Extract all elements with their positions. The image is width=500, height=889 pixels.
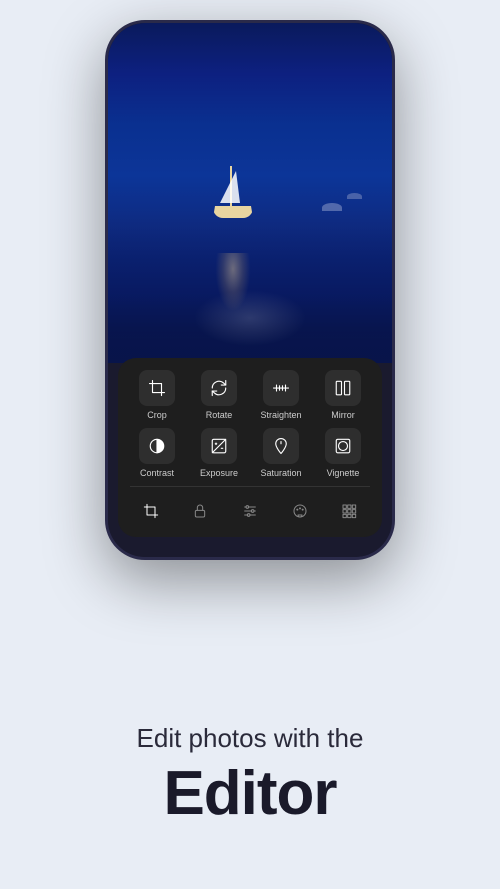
phone-shell: Crop Rotate Straighten	[105, 20, 395, 560]
nav-palette-icon[interactable]	[282, 497, 318, 525]
crop-icon	[139, 370, 175, 406]
text-section: Edit photos with the Editor	[0, 723, 500, 829]
panel-divider	[130, 486, 370, 487]
nav-grid-icon[interactable]	[331, 497, 367, 525]
exposure-icon	[201, 428, 237, 464]
mirror-label: Mirror	[331, 410, 355, 420]
straighten-icon	[263, 370, 299, 406]
editor-panel: Crop Rotate Straighten	[118, 358, 382, 537]
small-boat-1	[322, 203, 342, 211]
phone-screen: Crop Rotate Straighten	[108, 23, 392, 557]
nav-lock-icon[interactable]	[182, 497, 218, 525]
rotate-icon	[201, 370, 237, 406]
ocean-background	[108, 23, 392, 363]
vignette-label: Vignette	[327, 468, 360, 478]
mirror-tool[interactable]: Mirror	[315, 370, 371, 420]
boat	[208, 163, 258, 223]
nav-tune-icon[interactable]	[232, 497, 268, 525]
exposure-label: Exposure	[200, 468, 238, 478]
rotate-label: Rotate	[206, 410, 233, 420]
tools-row-2: Contrast Exposure Saturation	[126, 428, 374, 478]
subtitle: Edit photos with the	[0, 723, 500, 754]
contrast-label: Contrast	[140, 468, 174, 478]
bottom-nav	[126, 493, 374, 527]
exposure-tool[interactable]: Exposure	[191, 428, 247, 478]
vignette-icon	[325, 428, 361, 464]
saturation-tool[interactable]: Saturation	[253, 428, 309, 478]
crop-tool[interactable]: Crop	[129, 370, 185, 420]
rotate-tool[interactable]: Rotate	[191, 370, 247, 420]
vignette-tool[interactable]: Vignette	[315, 428, 371, 478]
mirror-icon	[325, 370, 361, 406]
contrast-tool[interactable]: Contrast	[129, 428, 185, 478]
saturation-label: Saturation	[260, 468, 301, 478]
straighten-tool[interactable]: Straighten	[253, 370, 309, 420]
main-title: Editor	[0, 758, 500, 829]
nav-crop-icon[interactable]	[133, 497, 169, 525]
water-reflection	[203, 253, 263, 333]
saturation-icon	[263, 428, 299, 464]
straighten-label: Straighten	[260, 410, 301, 420]
crop-label: Crop	[147, 410, 167, 420]
contrast-icon	[139, 428, 175, 464]
small-boat-2	[347, 193, 362, 199]
tools-row-1: Crop Rotate Straighten	[126, 370, 374, 420]
